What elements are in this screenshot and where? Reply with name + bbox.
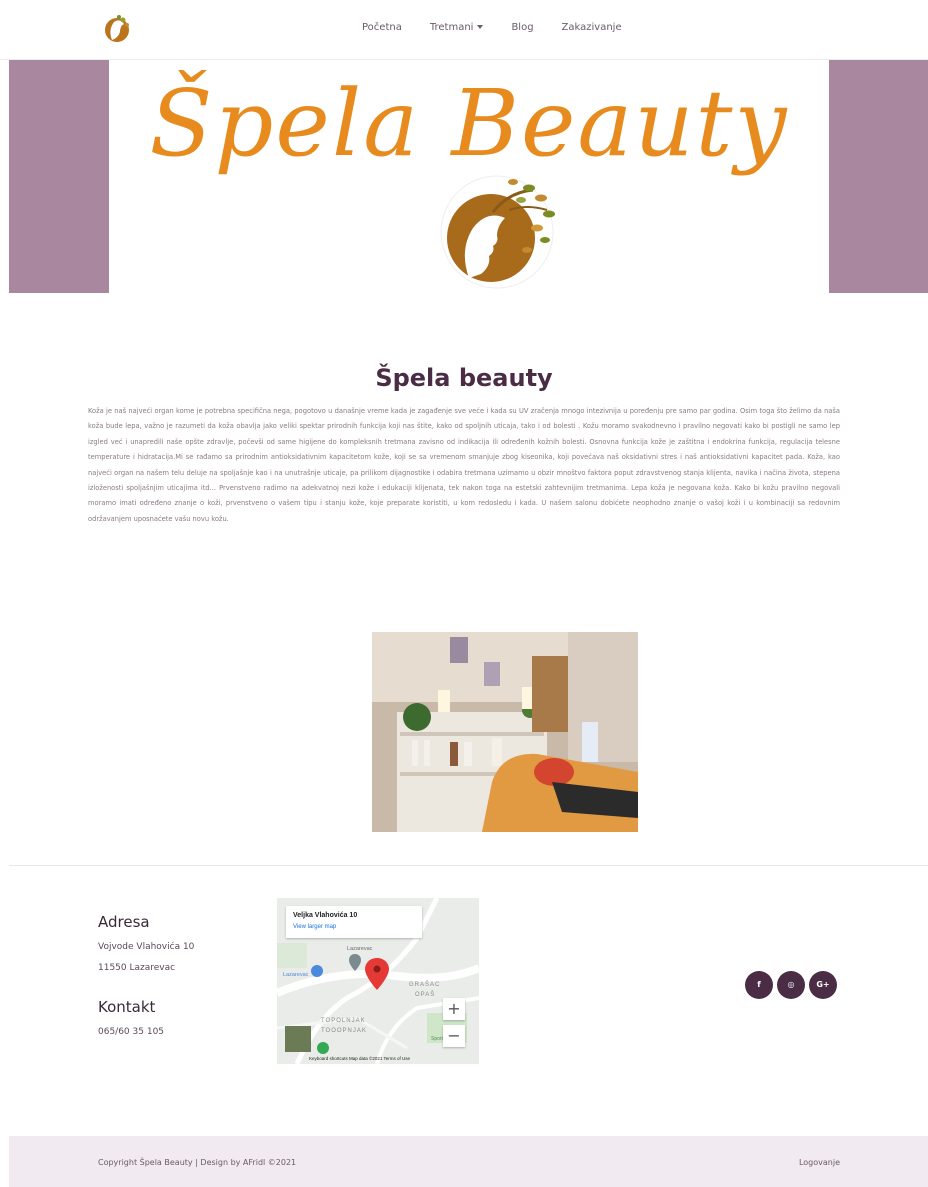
nav-item-zakazivanje[interactable]: Zakazivanje: [562, 22, 622, 33]
site-footer: Copyright Špela Beauty | Design by AFrid…: [9, 1136, 928, 1187]
zoom-in-button[interactable]: +: [443, 998, 465, 1020]
zoom-out-button[interactable]: −: [443, 1025, 465, 1047]
hero-logo-panel: Špela Beauty: [109, 60, 829, 293]
brand-wordmark: Špela Beauty: [149, 70, 789, 177]
phone-number: 065/60 35 105: [98, 1027, 165, 1037]
address-street: Vojvode Vlahovića 10: [98, 942, 195, 952]
section-divider: [9, 865, 928, 866]
contact-heading: Kontakt: [98, 998, 156, 1016]
woman-tree-emblem-icon: [440, 175, 555, 289]
instagram-icon[interactable]: ◎: [777, 971, 805, 999]
google-plus-icon[interactable]: G+: [809, 971, 837, 999]
login-link[interactable]: Logovanje: [799, 1158, 840, 1167]
map-label-lazarevac-west: Lazarevac: [283, 972, 309, 978]
nav-item-tretmani-label: Tretmani: [429, 22, 474, 33]
map-label-lazarevac: Lazarevac: [347, 946, 373, 952]
caret-down-icon: [477, 25, 484, 29]
nav-item-blog[interactable]: Blog: [511, 22, 533, 33]
google-map[interactable]: Lazarevac Lazarevac GRAŠAC OPAŠ TOPOLNJA…: [277, 898, 479, 1064]
map-place-name: Veljka Vlahovića 10: [293, 912, 358, 919]
logo-icon[interactable]: [102, 12, 132, 46]
view-larger-map-link[interactable]: View larger map: [293, 924, 336, 930]
map-place-card: Veljka Vlahovića 10 View larger map: [286, 906, 422, 938]
map-label-tooopnjak: TOOOPNJAK: [321, 1028, 367, 1034]
address-heading: Adresa: [98, 913, 150, 931]
copyright-text: Copyright Špela Beauty | Design by AFrid…: [98, 1158, 297, 1167]
facebook-icon[interactable]: f: [745, 971, 773, 999]
salon-photo: [372, 632, 638, 832]
address-city: 11550 Lazarevac: [98, 963, 176, 973]
hero-banner: Špela Beauty: [9, 60, 928, 293]
page-title: Špela beauty: [375, 364, 553, 392]
map-attribution[interactable]: Keyboard shortcuts Map data ©2021 Terms …: [309, 1056, 410, 1061]
intro-paragraph: Koža je naš najveći organ kome je potreb…: [88, 407, 840, 523]
map-label-opas: OPAŠ: [415, 991, 435, 998]
map-label-grasac: GRAŠAC: [409, 981, 440, 988]
nav-item-tretmani[interactable]: Tretmani: [430, 22, 484, 33]
navbar: Početna Tretmani Blog Zakazivanje: [0, 0, 928, 60]
map-label-topolnjak: TOPOLNJAK: [321, 1018, 366, 1024]
nav-item-pocetna[interactable]: Početna: [362, 22, 402, 33]
